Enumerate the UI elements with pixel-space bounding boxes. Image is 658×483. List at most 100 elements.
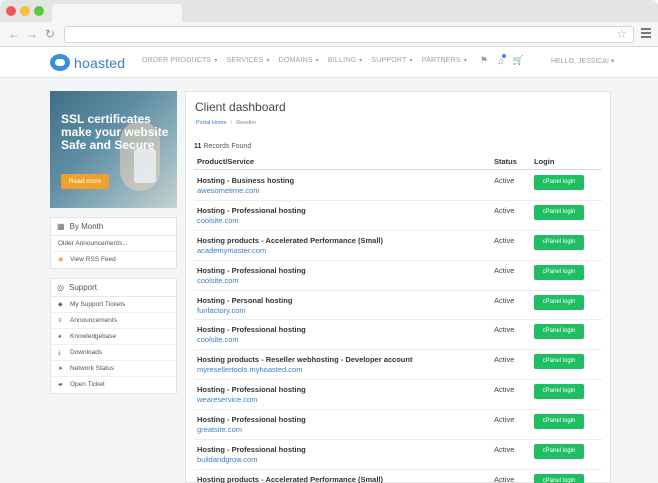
services-table-body: Hosting - Business hosting awesometime.co… — [194, 171, 602, 483]
cpanel-login-button[interactable]: cPanel login — [534, 294, 584, 310]
minimize-window-button[interactable] — [20, 6, 30, 16]
nav-support[interactable]: SUPPORT ▾ — [371, 57, 412, 64]
cpanel-login-button[interactable]: cPanel login — [534, 444, 584, 460]
product-cell: Hosting products - Accelerated Performan… — [197, 475, 383, 483]
product-name[interactable]: Hosting - Professional hosting — [197, 325, 306, 334]
product-domain-link[interactable]: funfactory.com — [197, 306, 292, 315]
cpanel-login-button[interactable]: cPanel login — [534, 384, 584, 400]
table-row[interactable]: Hosting - Business hosting awesometime.co… — [194, 171, 602, 201]
bell-icon[interactable]: ♫ — [497, 53, 506, 66]
product-domain-link[interactable]: coolsite.com — [197, 276, 306, 285]
table-row[interactable]: Hosting - Personal hosting funfactory.com… — [194, 291, 602, 321]
browser-menu-icon[interactable] — [641, 28, 651, 40]
product-domain-link[interactable]: academymaster.com — [197, 246, 383, 255]
chevron-down-icon: ▾ — [359, 58, 363, 64]
breadcrumb-home-link[interactable]: Portal Home — [196, 120, 227, 126]
calendar-icon: ▦ — [57, 221, 65, 231]
nav-order-products[interactable]: ORDER PRODUCTS ▾ — [142, 57, 218, 64]
table-header: Product/Service Status Login — [194, 156, 602, 170]
cpanel-login-button[interactable]: cPanel login — [534, 234, 584, 250]
product-name[interactable]: Hosting products - Accelerated Performan… — [197, 236, 383, 245]
product-domain-link[interactable]: myresellertools.myhoasted.com — [197, 365, 412, 374]
product-domain-link[interactable]: buildandgrow.com — [197, 455, 306, 464]
product-name[interactable]: Hosting products - Reseller webhosting -… — [197, 355, 412, 364]
read-more-button[interactable]: Read more — [61, 174, 109, 189]
product-name[interactable]: Hosting - Professional hosting — [197, 445, 306, 454]
column-login[interactable]: Login — [534, 156, 554, 167]
product-name[interactable]: Hosting - Personal hosting — [197, 296, 292, 305]
address-bar[interactable]: ☆ — [64, 26, 634, 43]
reload-icon[interactable]: ↻ — [45, 26, 55, 42]
flag-icon[interactable]: ⚑ — [480, 55, 488, 66]
table-row[interactable]: Hosting - Professional hosting greatsite.… — [194, 410, 602, 441]
cpanel-login-button[interactable]: cPanel login — [534, 354, 584, 370]
records-found: 11 Records Found — [194, 143, 252, 150]
forward-arrow-icon[interactable]: → — [26, 26, 38, 42]
rss-icon: ◉ — [58, 257, 64, 263]
table-row[interactable]: Hosting - Professional hosting buildandgr… — [194, 440, 602, 470]
support-item-network-status[interactable]: ➤ Network Status — [51, 361, 176, 377]
cpanel-login-button[interactable]: cPanel login — [534, 324, 584, 340]
table-row[interactable]: Hosting - Professional hosting coolsite.c… — [194, 201, 602, 231]
support-item-downloads[interactable]: ⤓ Downloads — [51, 345, 176, 361]
product-name[interactable]: Hosting - Professional hosting — [197, 415, 306, 424]
cart-icon[interactable]: 🛒 — [513, 55, 524, 66]
product-domain-link[interactable]: greatsite.com — [197, 425, 306, 434]
product-name[interactable]: Hosting - Business hosting — [197, 176, 294, 185]
user-menu[interactable]: HELLO, JESSICA! ▾ — [551, 57, 614, 65]
bookmark-star-icon[interactable]: ☆ — [616, 27, 627, 42]
product-domain-link[interactable]: coolsite.com — [197, 216, 306, 225]
back-arrow-icon[interactable]: ← — [8, 26, 20, 42]
nav-domains[interactable]: DOMAINS ▾ — [279, 57, 319, 64]
product-cell: Hosting - Professional hosting coolsite.c… — [197, 266, 306, 285]
browser-tab[interactable] — [52, 4, 182, 22]
older-announcements-link[interactable]: Older Announcements... — [51, 236, 176, 252]
browser-titlebar — [0, 0, 658, 22]
support-item-knowledgebase[interactable]: ● Knowledgebase — [51, 329, 176, 345]
chevron-down-icon: ▾ — [266, 58, 270, 64]
cpanel-login-button[interactable]: cPanel login — [534, 414, 584, 430]
ssl-promo-banner[interactable]: SSL certificates make your website Safe … — [50, 91, 177, 208]
column-status[interactable]: Status — [494, 156, 517, 167]
maximize-window-button[interactable] — [34, 6, 44, 16]
status-text: Active — [494, 355, 515, 365]
product-name[interactable]: Hosting - Professional hosting — [197, 266, 306, 275]
product-cell: Hosting products - Reseller webhosting -… — [197, 355, 412, 374]
table-row[interactable]: Hosting products - Accelerated Performan… — [194, 231, 602, 261]
product-name[interactable]: Hosting - Professional hosting — [197, 206, 306, 215]
product-name[interactable]: Hosting products - Accelerated Performan… — [197, 475, 383, 483]
support-item-announcements[interactable]: ≡ Announcements — [51, 313, 176, 329]
table-row[interactable]: Hosting - Professional hosting coolsite.c… — [194, 261, 602, 291]
main-navigation: ORDER PRODUCTS ▾ SERVICES ▾ DOMAINS ▾ BILLI… — [142, 57, 467, 64]
support-panel: ◎ Support ◆ My Support Tickets ≡ Announcem… — [50, 278, 177, 394]
product-name[interactable]: Hosting - Professional hosting — [197, 385, 306, 394]
cpanel-login-button[interactable]: cPanel login — [534, 473, 584, 483]
support-title: ◎ Support — [51, 279, 176, 297]
logo-text: hoasted — [74, 54, 126, 71]
status-text: Active — [494, 445, 515, 455]
nav-services[interactable]: SERVICES ▾ — [227, 57, 270, 64]
product-domain-link[interactable]: coolsite.com — [197, 335, 306, 344]
status-text: Active — [494, 325, 515, 335]
product-domain-link[interactable]: awesometime.com — [197, 186, 294, 195]
chevron-down-icon: ▾ — [214, 58, 218, 64]
support-item-open-ticket[interactable]: ▰ Open Ticket — [51, 377, 176, 393]
status-text: Active — [494, 295, 515, 305]
rss-feed-link[interactable]: ◉ View RSS Feed — [51, 252, 176, 268]
cpanel-login-button[interactable]: cPanel login — [534, 175, 584, 190]
table-row[interactable]: Hosting - Professional hosting coolsite.c… — [194, 320, 602, 351]
nav-partners[interactable]: PARTNERS ▾ — [422, 57, 467, 64]
cpanel-login-button[interactable]: cPanel login — [534, 204, 584, 220]
paper-plane-icon: ➤ — [58, 365, 64, 372]
cpanel-login-button[interactable]: cPanel login — [534, 264, 584, 280]
site-logo[interactable]: hoasted — [50, 54, 125, 71]
column-product[interactable]: Product/Service — [197, 156, 254, 167]
table-row[interactable]: Hosting - Professional hosting weareservi… — [194, 380, 602, 411]
support-item-tickets[interactable]: ◆ My Support Tickets — [51, 297, 176, 313]
product-domain-link[interactable]: weareservice.com — [197, 395, 306, 404]
table-row[interactable]: Hosting products - Reseller webhosting -… — [194, 350, 602, 381]
breadcrumb-current: Reseller — [236, 120, 257, 126]
table-row[interactable]: Hosting products - Accelerated Performan… — [194, 470, 602, 483]
close-window-button[interactable] — [6, 6, 16, 16]
nav-billing[interactable]: BILLING ▾ — [328, 57, 362, 64]
